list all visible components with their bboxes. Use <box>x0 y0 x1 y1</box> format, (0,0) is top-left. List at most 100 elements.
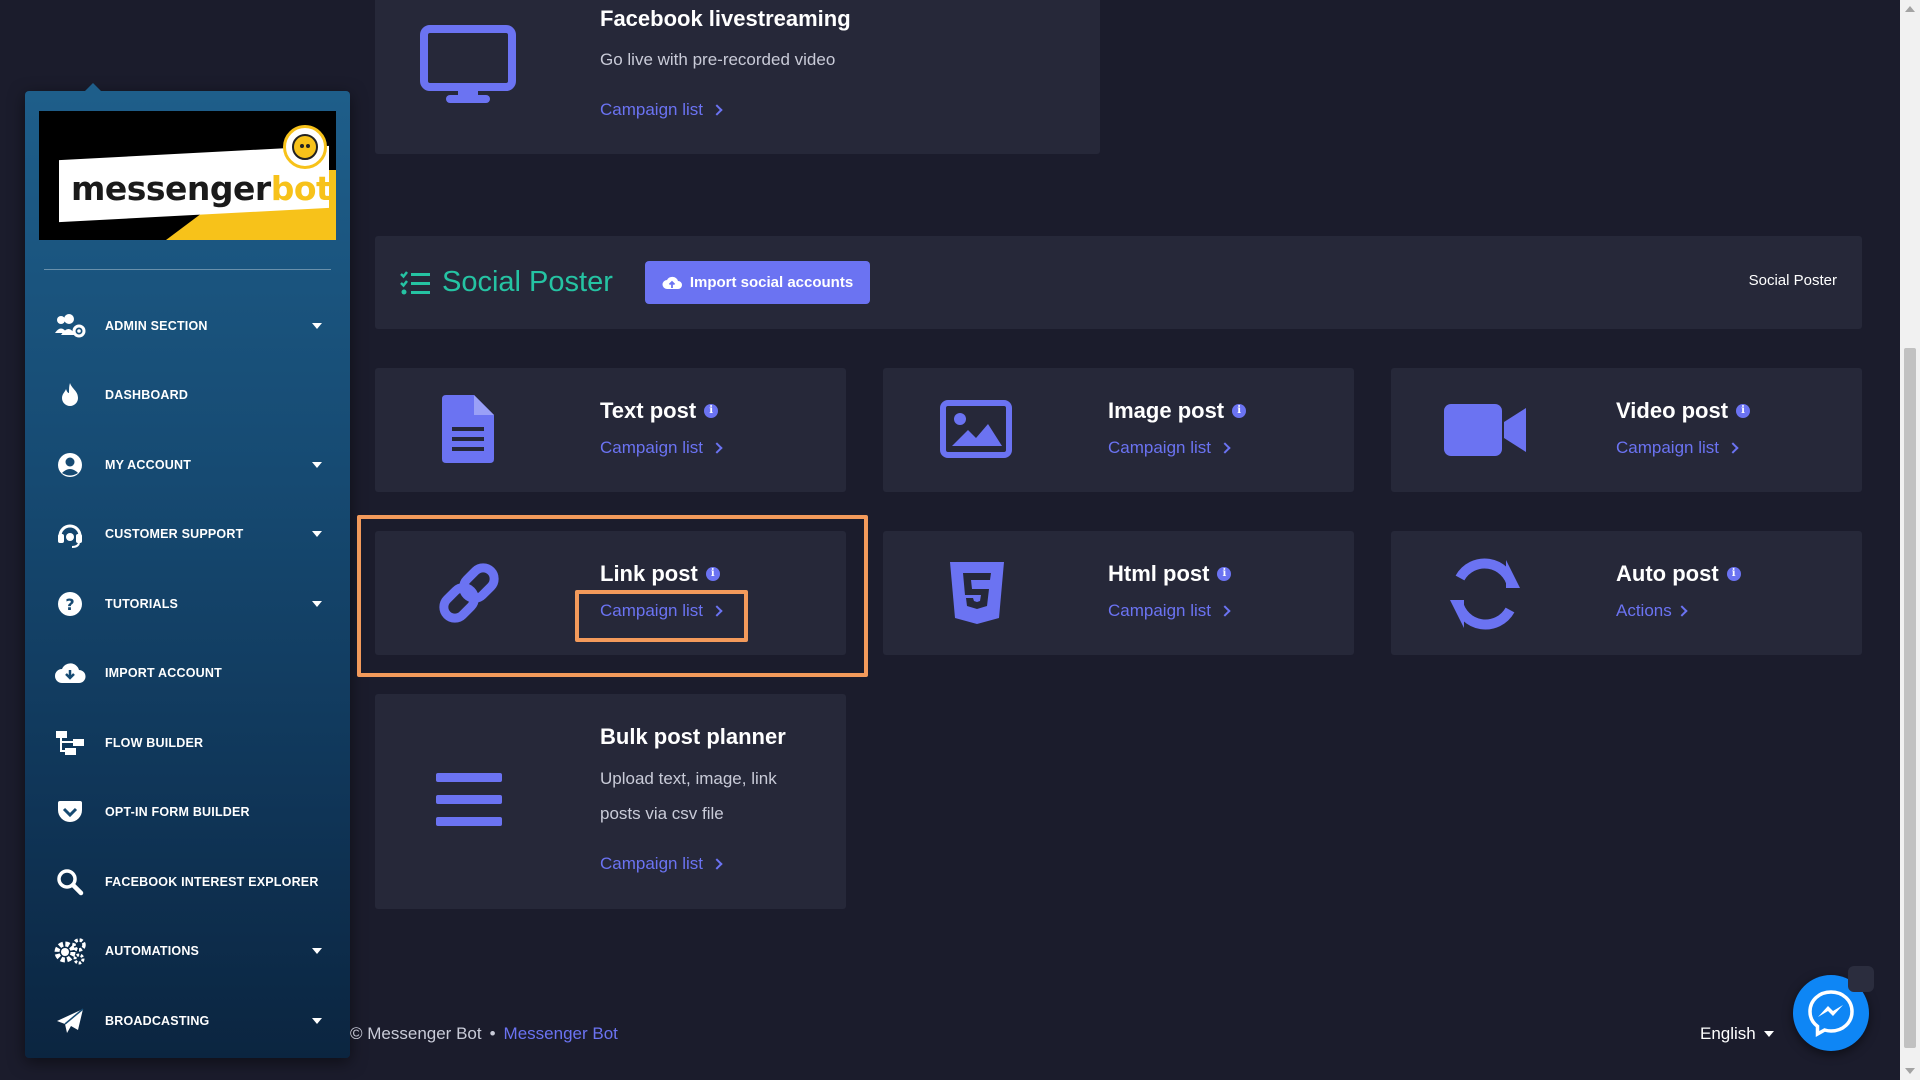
sync-icon <box>1446 556 1524 632</box>
chevron-right-icon <box>711 605 723 617</box>
info-icon[interactable]: i <box>704 404 719 418</box>
auto-post-title: Auto post i <box>1616 561 1741 587</box>
chevron-right-icon <box>1676 605 1688 617</box>
bulk-description-line2: posts via csv file <box>600 804 724 823</box>
scroll-up-icon[interactable] <box>1905 6 1915 12</box>
livestream-title: Facebook livestreaming <box>600 6 851 31</box>
sidebar-caret <box>85 83 101 91</box>
fire-icon <box>53 378 87 412</box>
info-icon[interactable]: i <box>705 567 720 581</box>
footer-brand-link[interactable]: Messenger Bot <box>504 1024 618 1044</box>
language-selector[interactable]: English <box>1700 1024 1774 1044</box>
chevron-down-icon <box>312 531 322 538</box>
info-icon[interactable]: i <box>1726 567 1741 581</box>
cloud-download-icon <box>53 656 87 690</box>
sidebar-item-opt-in-form-builder[interactable]: OPT-IN FORM BUILDER <box>25 778 350 848</box>
sidebar-item-label: DASHBOARD <box>105 388 189 403</box>
cloud-upload-icon <box>662 276 682 289</box>
bulk-post-planner-title: Bulk post planner <box>600 724 786 749</box>
chevron-down-icon <box>312 1017 322 1024</box>
chat-badge <box>1848 966 1874 992</box>
html5-icon <box>948 560 1006 626</box>
chevron-down-icon <box>312 461 322 468</box>
link-post-title-label: Link post <box>600 561 698 586</box>
sidebar-item-facebook-interest-explorer[interactable]: FACEBOOK INTEREST EXPLORER <box>25 847 350 917</box>
sidebar-item-label: BROADCASTING <box>105 1013 210 1028</box>
html-post-title: Html post i <box>1108 561 1232 587</box>
paper-plane-icon <box>53 1004 87 1038</box>
info-icon[interactable]: i <box>1736 404 1751 418</box>
text-post-title: Text post i <box>600 398 719 424</box>
link-label: Campaign list <box>1108 438 1211 457</box>
link-label: Campaign list <box>600 601 703 620</box>
chevron-down-icon <box>312 600 322 607</box>
logo-text: messengerbot <box>71 169 332 208</box>
sidebar-item-label: CUSTOMER SUPPORT <box>105 527 244 542</box>
sidebar-item-import-account[interactable]: IMPORT ACCOUNT <box>25 639 350 709</box>
sidebar-item-broadcasting[interactable]: BROADCASTING <box>25 986 350 1056</box>
sidebar-item-automations[interactable]: AUTOMATIONS <box>25 917 350 987</box>
user-circle-icon <box>53 448 87 482</box>
bulk-post-campaign-list-link[interactable]: Campaign list <box>600 854 723 874</box>
breadcrumb: Social Poster <box>1748 272 1837 289</box>
link-label: Campaign list <box>600 854 703 873</box>
image-icon <box>940 400 1012 458</box>
link-label: Actions <box>1616 601 1672 620</box>
logo[interactable]: messengerbot <box>39 111 336 240</box>
sidebar-item-dashboard[interactable]: DASHBOARD <box>25 361 350 431</box>
html-post-title-label: Html post <box>1108 561 1210 586</box>
link-post-campaign-list-link[interactable]: Campaign list <box>600 601 723 621</box>
section-title: Social Poster <box>400 266 613 299</box>
image-post-title: Image post i <box>1108 398 1247 424</box>
sidebar-item-customer-support[interactable]: CUSTOMER SUPPORT <box>25 500 350 570</box>
scroll-thumb[interactable] <box>1904 348 1916 1048</box>
page-scrollbar[interactable] <box>1900 0 1920 1080</box>
import-button-label: Import social accounts <box>689 274 854 291</box>
video-post-campaign-list-link[interactable]: Campaign list <box>1616 438 1739 458</box>
social-poster-title: Social Poster <box>442 266 613 298</box>
messenger-icon <box>1808 990 1854 1037</box>
monitor-icon <box>420 25 516 105</box>
sidebar-item-my-account[interactable]: MY ACCOUNT <box>25 430 350 500</box>
sidebar-item-flow-builder[interactable]: FLOW BUILDER <box>25 708 350 778</box>
livestream-campaign-list-link[interactable]: Campaign list <box>600 100 723 120</box>
sidebar-item-label: IMPORT ACCOUNT <box>105 666 222 681</box>
info-icon[interactable]: i <box>1217 567 1232 581</box>
file-text-icon <box>440 393 496 465</box>
bot-face-icon <box>283 125 327 169</box>
html-post-campaign-list-link[interactable]: Campaign list <box>1108 601 1231 621</box>
copyright-text: © Messenger Bot <box>350 1024 482 1043</box>
chevron-right-icon <box>1727 442 1739 454</box>
chevron-down-icon <box>312 322 322 329</box>
link-label: Campaign list <box>1108 601 1211 620</box>
scroll-down-icon[interactable] <box>1905 1068 1915 1074</box>
chevron-down-icon <box>1763 1031 1774 1037</box>
sidebar-item-label: MY ACCOUNT <box>105 457 192 472</box>
footer-copyright: © Messenger Bot • Messenger Bot <box>350 1024 618 1044</box>
info-icon[interactable]: i <box>1232 404 1247 418</box>
image-post-campaign-list-link[interactable]: Campaign list <box>1108 438 1231 458</box>
sidebar-item-tutorials[interactable]: ? TUTORIALS <box>25 569 350 639</box>
bars-icon <box>435 770 503 830</box>
sidebar-item-admin-section[interactable]: ADMIN SECTION <box>25 291 350 361</box>
sidebar-item-label: ADMIN SECTION <box>105 318 208 333</box>
text-post-campaign-list-link[interactable]: Campaign list <box>600 438 723 458</box>
sidebar-divider <box>44 269 331 270</box>
question-circle-icon: ? <box>53 587 87 621</box>
auto-post-actions-link[interactable]: Actions <box>1616 601 1688 621</box>
link-label: Campaign list <box>600 438 703 457</box>
sidebar: messengerbot ADMIN SECTION DASHBOARD MY … <box>25 83 350 1058</box>
sidebar-item-label: FLOW BUILDER <box>105 735 204 750</box>
bulk-description-line1: Upload text, image, link <box>600 769 777 788</box>
users-gear-icon <box>53 309 87 343</box>
video-camera-icon <box>1442 400 1528 460</box>
livestream-description: Go live with pre-recorded video <box>600 50 836 69</box>
footer-separator: • <box>489 1024 496 1043</box>
headset-icon <box>53 517 87 551</box>
image-post-title-label: Image post <box>1108 398 1225 423</box>
chevron-right-icon <box>1219 442 1231 454</box>
video-post-title: Video post i <box>1616 398 1751 424</box>
list-check-icon <box>400 270 430 294</box>
import-social-accounts-button[interactable]: Import social accounts <box>645 261 870 304</box>
logo-text-main: messenger <box>71 169 271 208</box>
